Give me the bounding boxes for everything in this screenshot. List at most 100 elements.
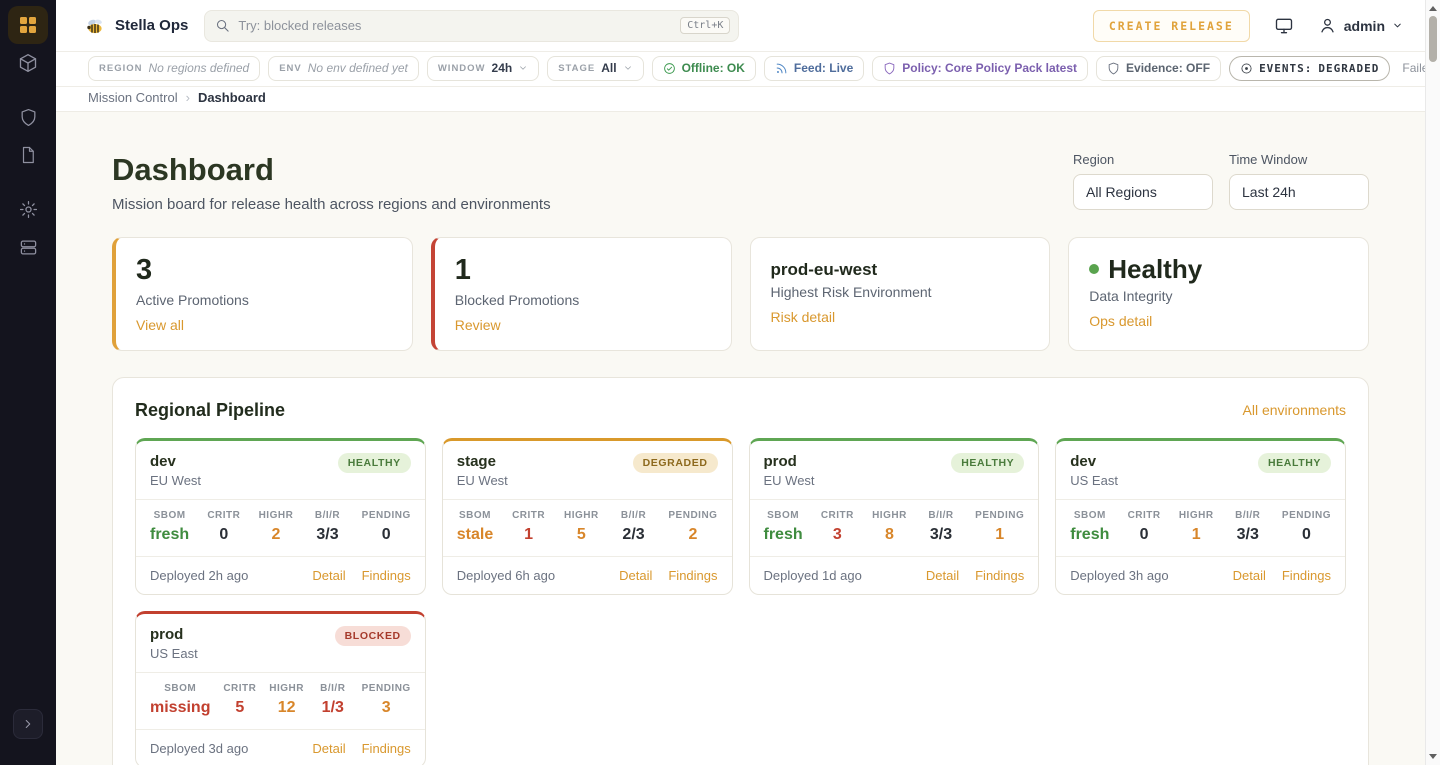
sidebar-item-settings[interactable] xyxy=(8,190,48,228)
detail-link[interactable]: Detail xyxy=(926,568,959,583)
bee-logo-icon xyxy=(84,16,106,36)
sidebar-item-documents[interactable] xyxy=(8,136,48,174)
env-filter-chip[interactable]: ENV No env defined yet xyxy=(268,56,419,81)
stat-label-critr: CRITR xyxy=(821,510,854,521)
env-card-prod-eu-west: prod EU West HEALTHY SBOMfresh CRITR3 HI… xyxy=(749,438,1040,595)
stat-label-highr: HIGHR xyxy=(1179,510,1214,521)
user-icon xyxy=(1318,16,1337,35)
deployed-text: Deployed 3d ago xyxy=(150,741,248,756)
env-card-head: stage EU West DEGRADED xyxy=(443,441,732,500)
stat-value-pending: 1 xyxy=(975,526,1024,544)
events-status-chip[interactable]: EVENTS: DEGRADED xyxy=(1229,56,1390,81)
app-root: Stella Ops Ctrl+K CREATE RELEASE admin xyxy=(0,0,1440,765)
stat-label-bir: B/I/R xyxy=(311,510,343,521)
topbar: Stella Ops Ctrl+K CREATE RELEASE admin xyxy=(56,0,1425,52)
feed-status-chip[interactable]: Feed: Live xyxy=(764,56,864,81)
stat-label-pending: PENDING xyxy=(668,510,717,521)
review-link[interactable]: Review xyxy=(455,317,501,333)
env-region: US East xyxy=(1070,473,1118,488)
scrollbar[interactable] xyxy=(1425,0,1440,765)
status-badge: HEALTHY xyxy=(951,453,1024,473)
view-all-link[interactable]: View all xyxy=(136,317,184,333)
active-promotions-value: 3 xyxy=(136,255,392,287)
search-input[interactable] xyxy=(238,18,672,33)
events-value: DEGRADED xyxy=(1318,62,1379,75)
scroll-up-arrow-icon[interactable] xyxy=(1429,6,1437,11)
status-badge: BLOCKED xyxy=(335,626,411,646)
events-label: EVENTS: xyxy=(1259,62,1312,75)
user-menu[interactable]: admin xyxy=(1318,16,1403,35)
stat-value-highr: 2 xyxy=(259,526,294,544)
findings-link[interactable]: Findings xyxy=(975,568,1024,583)
policy-status-chip[interactable]: Policy: Core Policy Pack latest xyxy=(872,56,1088,81)
ops-detail-link[interactable]: Ops detail xyxy=(1089,313,1152,329)
detail-link[interactable]: Detail xyxy=(619,568,652,583)
findings-link[interactable]: Findings xyxy=(1282,568,1331,583)
rss-feed-icon xyxy=(775,62,788,75)
sidebar-item-infrastructure[interactable] xyxy=(8,228,48,266)
region-select[interactable]: All Regions xyxy=(1073,174,1213,210)
context-bar: REGION No regions defined ENV No env def… xyxy=(56,52,1425,87)
scrollbar-thumb[interactable] xyxy=(1429,16,1437,62)
stat-value-sbom: fresh xyxy=(150,526,189,544)
data-integrity-status: Healthy xyxy=(1108,255,1202,284)
env-chip-label: ENV xyxy=(279,63,302,74)
region-filter-chip[interactable]: REGION No regions defined xyxy=(88,56,260,81)
blocked-promotions-card: 1 Blocked Promotions Review xyxy=(431,237,732,351)
sidebar-item-security[interactable] xyxy=(8,98,48,136)
stage-filter-chip[interactable]: STAGE All xyxy=(547,56,643,81)
server-icon xyxy=(19,238,38,257)
display-mode-button[interactable] xyxy=(1274,16,1294,36)
env-region: EU West xyxy=(764,473,815,488)
detail-link[interactable]: Detail xyxy=(1233,568,1266,583)
stat-label-pending: PENDING xyxy=(975,510,1024,521)
region-chip-label: REGION xyxy=(99,63,142,74)
brand[interactable]: Stella Ops xyxy=(84,16,188,36)
status-badge: HEALTHY xyxy=(1258,453,1331,473)
policy-shield-icon xyxy=(883,62,896,75)
breadcrumb-parent[interactable]: Mission Control xyxy=(88,90,178,105)
page-subtitle: Mission board for release health across … xyxy=(112,196,551,213)
stat-value-bir: 3/3 xyxy=(925,526,957,544)
stat-value-highr: 5 xyxy=(564,526,599,544)
stat-value-bir: 1/3 xyxy=(317,699,349,717)
data-integrity-card: Healthy Data Integrity Ops detail xyxy=(1068,237,1369,351)
stat-value-pending: 0 xyxy=(362,526,411,544)
env-name: stage xyxy=(457,453,508,470)
stat-value-highr: 8 xyxy=(872,526,907,544)
risk-detail-link[interactable]: Risk detail xyxy=(771,309,836,325)
stat-label-highr: HIGHR xyxy=(259,510,294,521)
sidebar-item-releases[interactable] xyxy=(8,44,48,82)
deployed-text: Deployed 1d ago xyxy=(764,568,862,583)
scroll-down-arrow-icon[interactable] xyxy=(1429,754,1437,759)
stage-chip-value: All xyxy=(601,61,616,75)
offline-status-chip[interactable]: Offline: OK xyxy=(652,56,756,81)
stat-label-sbom: SBOM xyxy=(764,510,803,521)
all-environments-link[interactable]: All environments xyxy=(1243,402,1347,418)
evidence-status-chip[interactable]: Evidence: OFF xyxy=(1096,56,1221,81)
evidence-shield-icon xyxy=(1107,62,1120,75)
search-bar[interactable]: Ctrl+K xyxy=(204,10,739,42)
sidebar-expand-button[interactable] xyxy=(13,709,43,739)
time-window-select[interactable]: Last 24h xyxy=(1229,174,1369,210)
stat-value-sbom: fresh xyxy=(1070,526,1109,544)
stat-label-bir: B/I/R xyxy=(1232,510,1264,521)
panel-title: Regional Pipeline xyxy=(135,400,285,421)
detail-link[interactable]: Detail xyxy=(312,741,345,756)
stat-value-sbom: fresh xyxy=(764,526,803,544)
dashboard-grid-icon xyxy=(18,15,38,35)
page-content: Dashboard Mission board for release heal… xyxy=(56,112,1425,765)
findings-link[interactable]: Findings xyxy=(668,568,717,583)
env-card-prod-us-east: prod US East BLOCKED SBOMmissing CRITR5 … xyxy=(135,611,426,765)
sidebar-item-dashboard[interactable] xyxy=(8,6,48,44)
page-title: Dashboard xyxy=(112,152,551,188)
detail-link[interactable]: Detail xyxy=(312,568,345,583)
findings-link[interactable]: Findings xyxy=(362,741,411,756)
create-release-button[interactable]: CREATE RELEASE xyxy=(1093,10,1250,42)
window-filter-chip[interactable]: WINDOW 24h xyxy=(427,56,539,81)
findings-link[interactable]: Findings xyxy=(362,568,411,583)
env-name: prod xyxy=(764,453,815,470)
env-card-head: dev EU West HEALTHY xyxy=(136,441,425,500)
env-card-head: dev US East HEALTHY xyxy=(1056,441,1345,500)
env-region: EU West xyxy=(457,473,508,488)
